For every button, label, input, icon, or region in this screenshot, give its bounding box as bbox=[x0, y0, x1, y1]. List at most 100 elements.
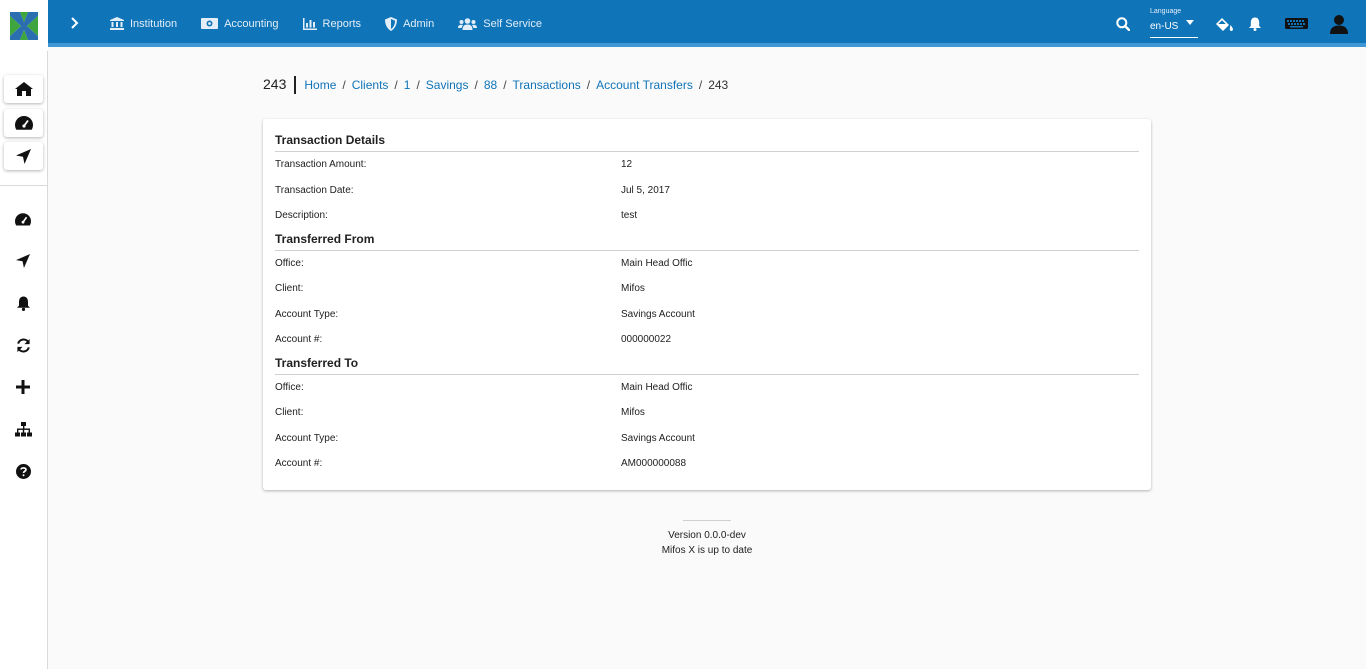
detail-value: 000000022 bbox=[621, 334, 672, 345]
chevron-down-icon bbox=[1186, 20, 1194, 25]
detail-value: Main Head Offic bbox=[621, 258, 693, 269]
breadcrumb-separator: / bbox=[416, 78, 420, 92]
language-select[interactable]: Language en-US bbox=[1150, 6, 1198, 38]
shield-icon bbox=[385, 16, 398, 31]
top-toolbar: Institution Accounting Reports Admin Sel… bbox=[0, 0, 1366, 51]
nav-institution[interactable]: Institution bbox=[110, 17, 177, 30]
help-icon bbox=[15, 463, 31, 479]
detail-value: Savings Account bbox=[621, 309, 695, 320]
section-title-transaction-details: Transaction Details bbox=[275, 133, 1139, 152]
breadcrumb-link-savings-account[interactable]: 88 bbox=[484, 78, 497, 92]
sidebar-item-refresh[interactable] bbox=[8, 330, 38, 360]
sidebar bbox=[0, 51, 48, 669]
home-button[interactable] bbox=[4, 75, 43, 103]
nav-admin[interactable]: Admin bbox=[385, 16, 435, 31]
sidebar-item-dashboard[interactable] bbox=[8, 204, 38, 234]
bell-icon bbox=[1249, 17, 1261, 31]
language-label: Language bbox=[1150, 8, 1182, 15]
detail-row: Account #: 000000022 bbox=[275, 334, 1139, 348]
location-arrow-icon bbox=[16, 254, 30, 268]
mifos-logo[interactable] bbox=[0, 0, 48, 51]
nav-self-service[interactable]: Self Service bbox=[458, 18, 542, 30]
language-value: en-US bbox=[1150, 21, 1179, 32]
money-icon bbox=[201, 18, 219, 29]
detail-value: Mifos bbox=[621, 407, 645, 418]
detail-value: Savings Account bbox=[621, 433, 695, 444]
sidebar-item-notifications[interactable] bbox=[8, 288, 38, 318]
navigation-button[interactable] bbox=[4, 142, 43, 170]
nav-admin-label: Admin bbox=[403, 17, 435, 30]
version-text: Version 0.0.0-dev bbox=[668, 530, 746, 541]
sitemap-icon bbox=[14, 421, 32, 436]
breadcrumb-link-savings[interactable]: Savings bbox=[426, 78, 469, 92]
detail-row: Office: Main Head Offic bbox=[275, 258, 1139, 272]
breadcrumb-separator: / bbox=[342, 78, 346, 92]
breadcrumb-current: 243 bbox=[708, 78, 729, 92]
dashboard-gauge-icon bbox=[14, 116, 33, 130]
keyboard-shortcuts-button[interactable] bbox=[1283, 0, 1310, 47]
breadcrumb-link-home[interactable]: Home bbox=[304, 78, 336, 92]
chevron-right-icon bbox=[71, 17, 79, 29]
user-avatar-icon bbox=[1330, 14, 1348, 34]
breadcrumb-link-account-transfers[interactable]: Account Transfers bbox=[596, 78, 693, 92]
location-arrow-icon bbox=[16, 148, 31, 164]
breadcrumb-separator: / bbox=[394, 78, 398, 92]
keyboard-icon bbox=[1285, 18, 1308, 29]
dashboard-gauge-icon bbox=[15, 212, 31, 226]
nav-self-service-label: Self Service bbox=[483, 17, 542, 30]
account-transfer-details-card: Transaction Details Transaction Amount: … bbox=[263, 119, 1151, 490]
detail-label: Transaction Amount: bbox=[275, 159, 367, 170]
detail-value: Jul 5, 2017 bbox=[621, 185, 670, 196]
detail-label: Office: bbox=[275, 258, 304, 269]
detail-value: Mifos bbox=[621, 283, 645, 294]
detail-label: Office: bbox=[275, 382, 304, 393]
detail-label: Account #: bbox=[275, 458, 323, 469]
detail-label: Client: bbox=[275, 407, 304, 418]
section-title-transferred-to: Transferred To bbox=[275, 356, 1139, 375]
user-menu-button[interactable] bbox=[1326, 0, 1352, 47]
footer: Version 0.0.0-dev Mifos X is up to date bbox=[600, 520, 814, 558]
sync-icon bbox=[16, 337, 30, 353]
plus-icon bbox=[16, 380, 30, 394]
breadcrumb-separator: / bbox=[503, 78, 507, 92]
search-icon bbox=[1116, 16, 1130, 31]
footer-divider bbox=[683, 520, 731, 521]
sidebar-item-create[interactable] bbox=[8, 372, 38, 402]
nav-reports-label: Reports bbox=[322, 17, 362, 30]
detail-row: Client: Mifos bbox=[275, 407, 1139, 421]
section-title-transferred-from: Transferred From bbox=[275, 232, 1139, 251]
detail-row: Account #: AM000000088 bbox=[275, 458, 1139, 472]
bell-icon bbox=[16, 296, 30, 311]
breadcrumb-separator: / bbox=[474, 78, 478, 92]
breadcrumb: 243 Home / Clients / 1 / Savings / 88 / … bbox=[263, 76, 728, 94]
detail-label: Account Type: bbox=[275, 309, 339, 320]
dashboard-button[interactable] bbox=[4, 109, 43, 137]
detail-label: Account Type: bbox=[275, 433, 339, 444]
sidebar-item-help[interactable] bbox=[8, 456, 38, 486]
users-icon bbox=[458, 17, 478, 30]
home-icon bbox=[14, 82, 33, 96]
nav-accounting-label: Accounting bbox=[224, 17, 279, 30]
detail-row: Account Type: Savings Account bbox=[275, 433, 1139, 447]
breadcrumb-link-transactions[interactable]: Transactions bbox=[513, 78, 581, 92]
theme-button[interactable] bbox=[1213, 0, 1235, 47]
detail-label: Client: bbox=[275, 283, 304, 294]
paint-bucket-icon bbox=[1215, 17, 1233, 31]
notifications-button[interactable] bbox=[1244, 0, 1266, 47]
sidebar-item-navigation[interactable] bbox=[8, 246, 38, 276]
sidebar-item-organization[interactable] bbox=[8, 414, 38, 444]
breadcrumb-link-clients[interactable]: Clients bbox=[352, 78, 389, 92]
nav-reports[interactable]: Reports bbox=[302, 17, 362, 30]
detail-row: Transaction Date: Jul 5, 2017 bbox=[275, 185, 1139, 199]
breadcrumb-separator: / bbox=[586, 78, 591, 92]
page-title: 243 bbox=[263, 76, 297, 94]
nav-accounting[interactable]: Accounting bbox=[201, 17, 279, 30]
search-button[interactable] bbox=[1112, 0, 1134, 47]
breadcrumb-link-client[interactable]: 1 bbox=[404, 78, 411, 92]
detail-label: Description: bbox=[275, 210, 328, 221]
expand-sidebar-button[interactable] bbox=[62, 10, 88, 36]
detail-row: Description: test bbox=[275, 210, 1139, 224]
detail-label: Account #: bbox=[275, 334, 323, 345]
detail-row: Client: Mifos bbox=[275, 283, 1139, 297]
institution-icon bbox=[110, 17, 124, 30]
